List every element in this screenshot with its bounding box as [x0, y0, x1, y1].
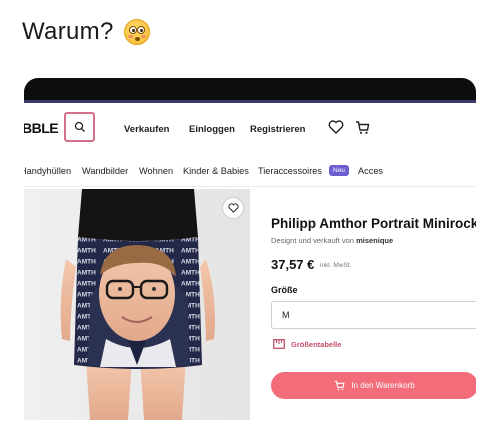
size-chart-link[interactable]: Größentabelle [273, 339, 341, 349]
product-image[interactable]: AMTH [24, 189, 250, 420]
category-item[interactable]: Tieraccessoires [258, 166, 322, 176]
vat-note: inkl. MwSt. [320, 262, 352, 269]
size-select[interactable]: M [271, 301, 476, 329]
size-select-value: M [282, 310, 290, 320]
flushed-face-emoji-icon [123, 19, 150, 45]
product-price: 37,57 € [271, 257, 315, 272]
nav-register-link[interactable]: Registrieren [250, 124, 305, 135]
cart-plus-icon [335, 380, 345, 391]
seller-link[interactable]: misenique [356, 236, 393, 245]
add-to-cart-button[interactable]: In den Warenkorb [271, 372, 476, 399]
search-icon [74, 121, 85, 132]
browser-top-bar [24, 78, 476, 100]
product-byline: Designt und verkauft von misenique [271, 236, 394, 245]
category-item[interactable]: Wohnen [139, 166, 173, 176]
website-screenshot: BBLE Verkaufen Einloggen Registrieren Ha… [24, 78, 476, 420]
product-title: Philipp Amthor Portrait Minirock [271, 216, 476, 231]
category-item[interactable]: Kinder & Babies [183, 166, 249, 176]
nav-sell-link[interactable]: Verkaufen [124, 124, 169, 135]
new-badge: Neu [329, 165, 349, 176]
ruler-icon [273, 339, 285, 349]
category-item[interactable]: Wandbilder [82, 166, 128, 176]
nav-login-link[interactable]: Einloggen [189, 124, 235, 135]
skirt-photo: AMTH [24, 189, 250, 420]
search-button[interactable] [64, 112, 95, 142]
post-title: Warum? [22, 18, 150, 46]
category-item[interactable]: Handyhüllen [24, 166, 71, 176]
category-item[interactable]: Acces [358, 166, 383, 176]
heart-icon[interactable] [328, 120, 344, 134]
site-header: BBLE Verkaufen Einloggen Registrieren [24, 103, 476, 155]
size-chart-label: Größentabelle [291, 339, 342, 349]
post-title-text: Warum? [22, 18, 114, 45]
size-label: Größe [271, 285, 298, 295]
add-to-cart-label: In den Warenkorb [351, 381, 415, 390]
cart-icon[interactable] [355, 120, 370, 135]
heart-icon [227, 203, 239, 213]
category-bar: Handyhüllen Wandbilder Wohnen Kinder & B… [24, 162, 476, 184]
favorite-button[interactable] [222, 197, 244, 219]
site-logo[interactable]: BBLE [24, 120, 59, 136]
